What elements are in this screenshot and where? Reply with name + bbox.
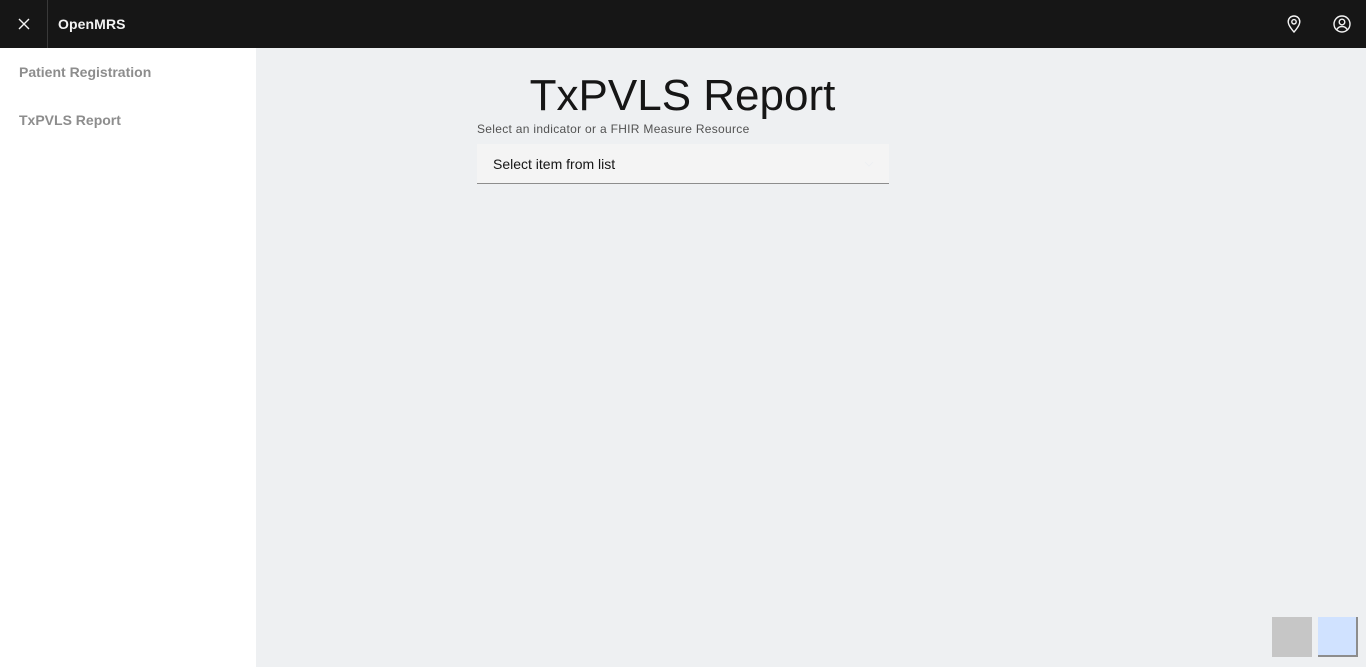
sidebar-item-patient-registration[interactable]: Patient Registration [0,48,256,96]
top-header: OpenMRS [0,0,1366,48]
sidebar-item-txpvls-report[interactable]: TxPVLS Report [0,96,256,144]
location-button[interactable] [1270,0,1318,48]
user-menu-button[interactable] [1318,0,1366,48]
chevron-down-icon [864,161,874,167]
close-icon [18,18,29,30]
close-menu-button[interactable] [0,0,48,48]
main-content: TxPVLS Report Select an indicator or a F… [256,48,1366,667]
indicator-dropdown[interactable]: Select item from list [477,144,889,184]
header-actions [1270,0,1366,48]
app-brand[interactable]: OpenMRS [58,16,126,32]
indicator-select-label: Select an indicator or a FHIR Measure Re… [477,122,750,136]
floating-gray-box[interactable] [1272,617,1312,657]
indicator-dropdown-value: Select item from list [493,155,616,172]
location-pin-icon [1287,15,1301,34]
page-title: TxPVLS Report [529,71,836,120]
floating-blue-box[interactable] [1318,617,1358,657]
side-navigation: Patient Registration TxPVLS Report [0,48,256,667]
user-avatar-icon [1333,15,1351,33]
